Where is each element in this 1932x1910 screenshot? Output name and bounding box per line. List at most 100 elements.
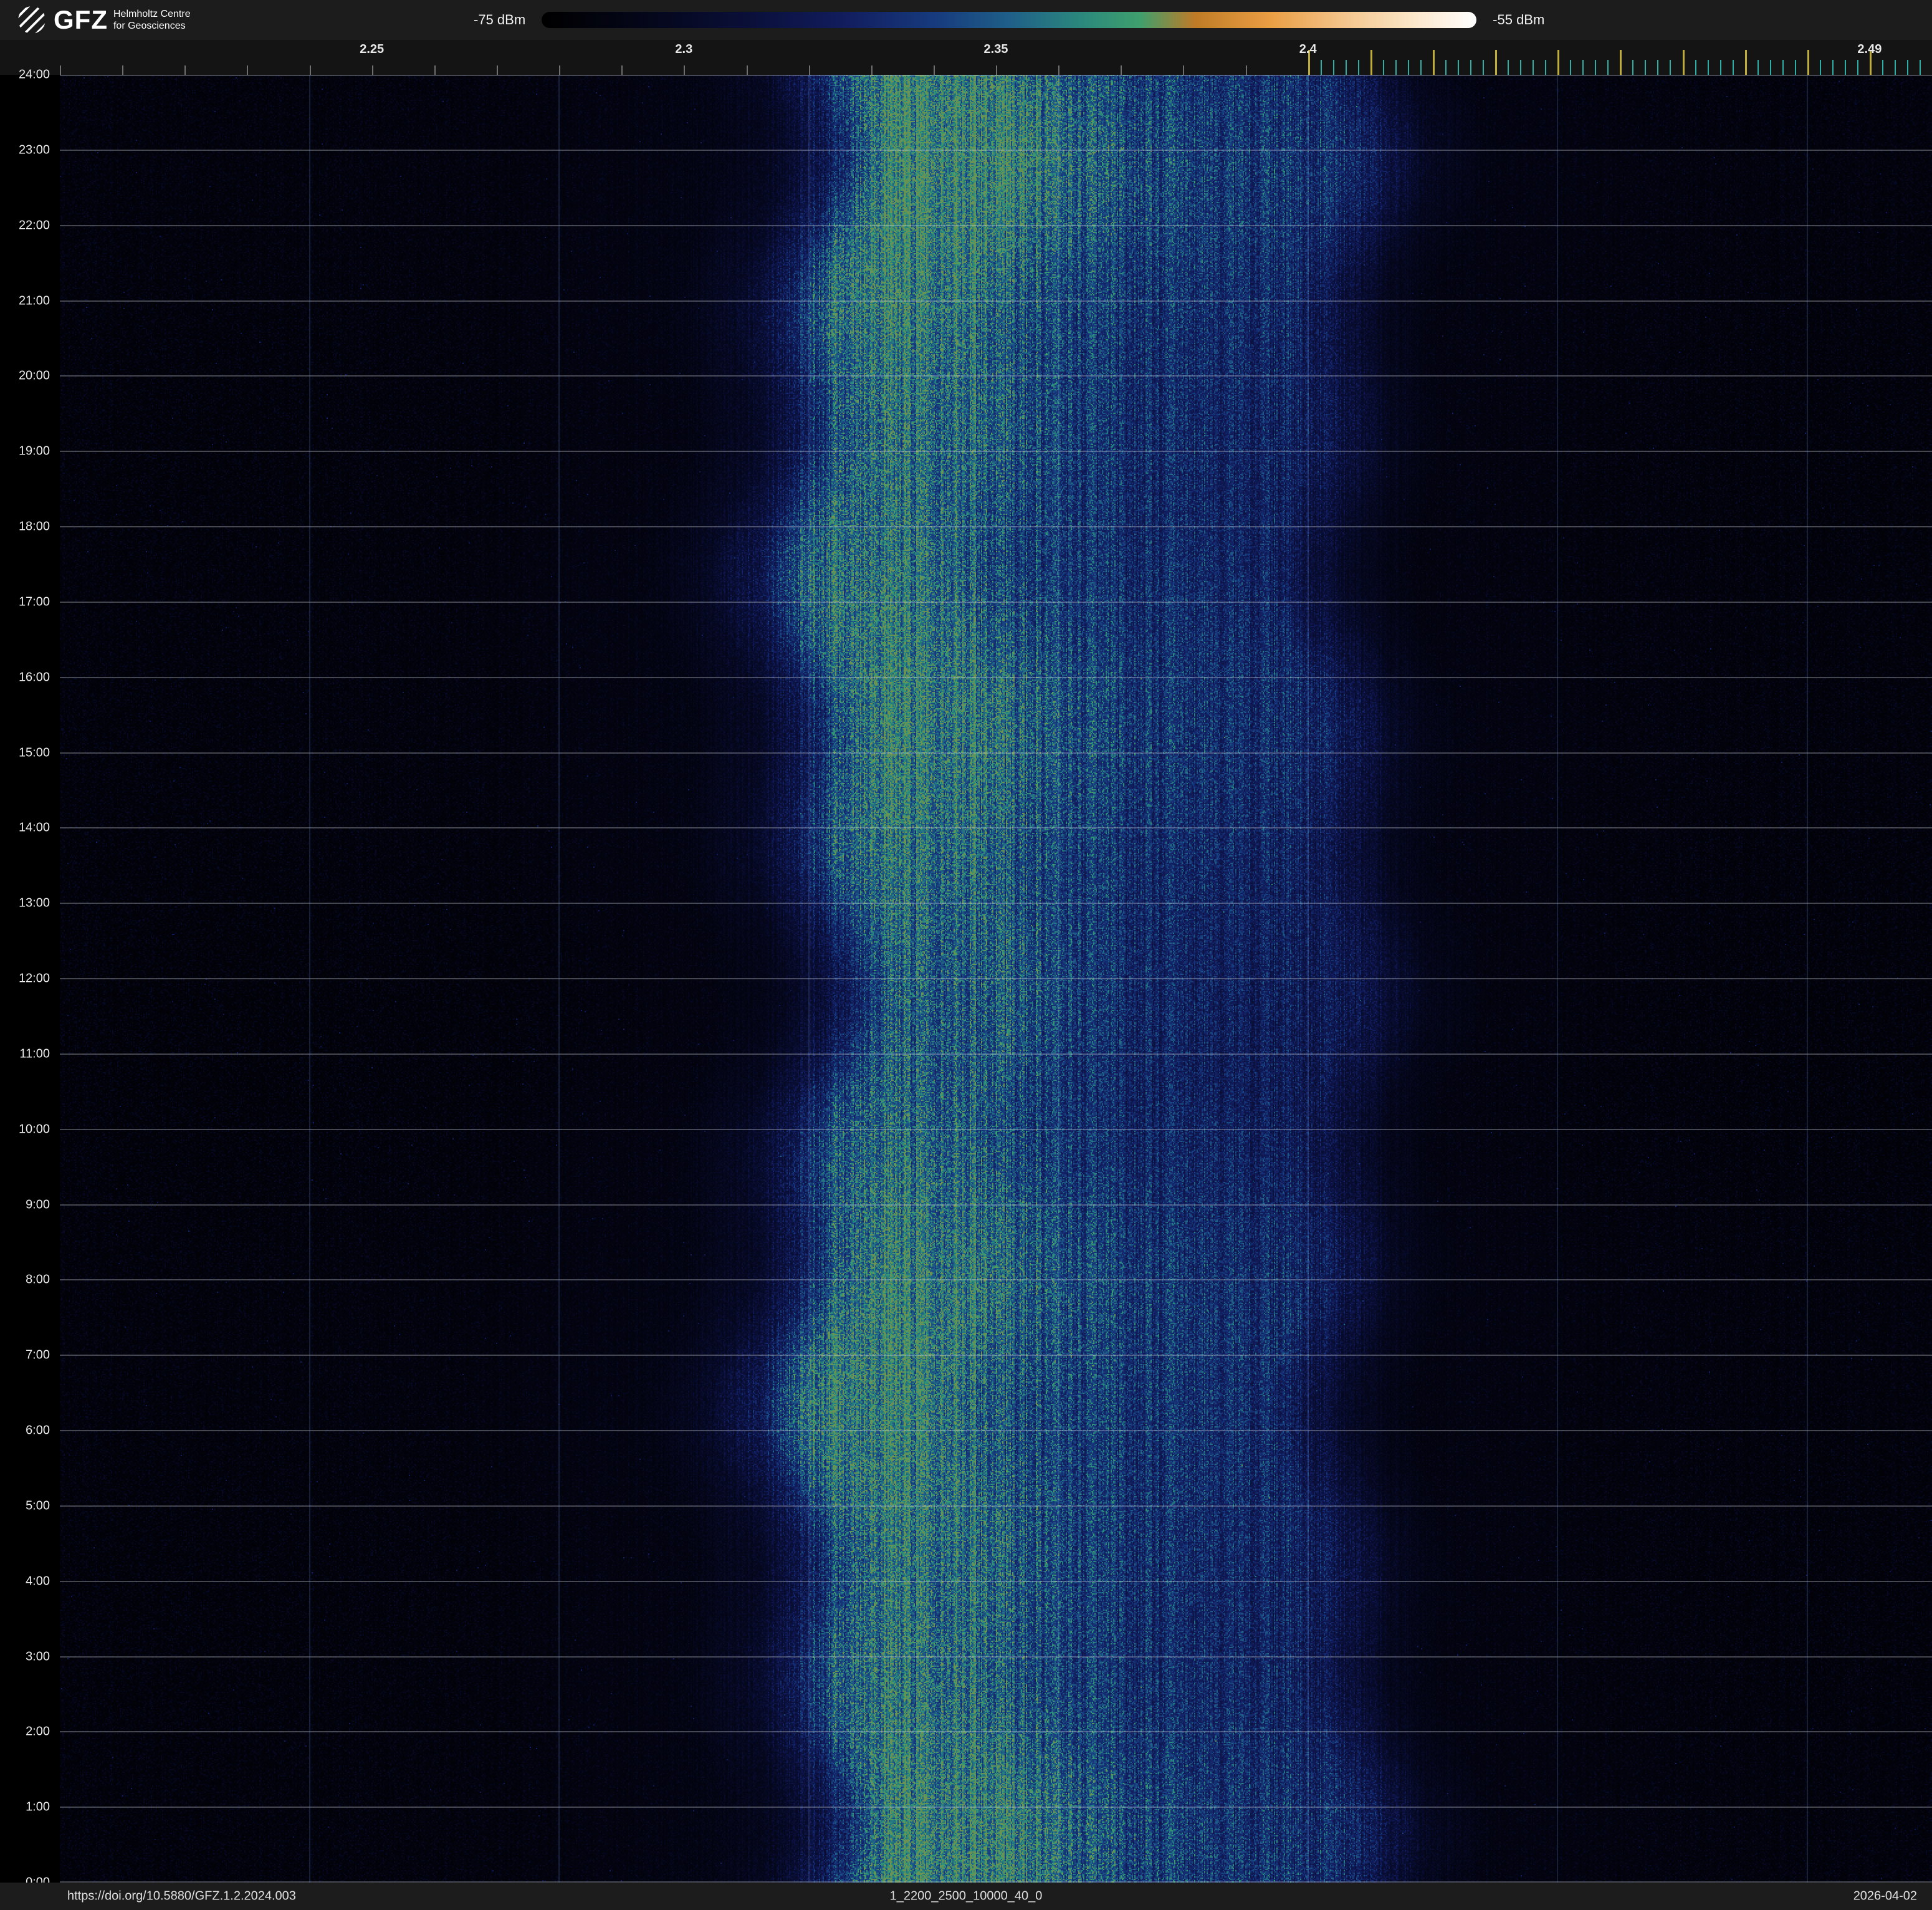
dataset-id: 1_2200_2500_10000_40_0 (890, 1889, 1043, 1904)
channel-minor-tick (1520, 60, 1521, 75)
channel-minor-tick (1408, 60, 1409, 75)
channel-minor-tick (1420, 60, 1422, 75)
channel-minor-tick (1845, 60, 1846, 75)
freq-minor-tick (1058, 65, 1059, 75)
time-axis: 24:0023:0022:0021:0020:0019:0018:0017:00… (0, 75, 60, 1883)
channel-minor-tick (1882, 60, 1883, 75)
freq-minor-tick (122, 65, 123, 75)
doi-link[interactable]: https://doi.org/10.5880/GFZ.1.2.2024.003 (67, 1889, 296, 1904)
channel-minor-tick (1857, 60, 1858, 75)
freq-minor-tick (60, 65, 61, 75)
freq-minor-tick (684, 65, 685, 75)
freq-minor-tick (434, 65, 436, 75)
channel-minor-tick (1695, 60, 1696, 75)
colorbar-group: -75 dBm -55 dBm (474, 0, 1544, 40)
time-tick-label: 6:00 (26, 1424, 50, 1438)
channel-minor-tick (1533, 60, 1534, 75)
time-tick-label: 19:00 (19, 444, 50, 459)
channel-minor-tick (1358, 60, 1359, 75)
brand-subtitle-line1: Helmholtz Centre (113, 8, 191, 20)
time-tick-label: 3:00 (26, 1649, 50, 1664)
freq-tick-label: 2.4 (1299, 42, 1317, 57)
channel-major-tick (1433, 50, 1435, 75)
channel-minor-tick (1582, 60, 1584, 75)
freq-tick-label: 2.35 (984, 42, 1008, 57)
freq-minor-tick (747, 65, 748, 75)
channel-major-tick (1370, 50, 1372, 75)
channel-major-tick (1807, 50, 1809, 75)
time-tick-label: 8:00 (26, 1273, 50, 1287)
freq-minor-tick (310, 65, 311, 75)
colorbar-max-label: -55 dBm (1493, 12, 1544, 28)
time-tick-label: 10:00 (19, 1122, 50, 1136)
freq-tick-label: 2.25 (360, 42, 384, 57)
spectrogram-canvas (60, 75, 1932, 1883)
time-tick-label: 12:00 (19, 972, 50, 986)
channel-minor-tick (1795, 60, 1796, 75)
footer: https://doi.org/10.5880/GFZ.1.2.2024.003… (0, 1883, 1932, 1910)
freq-minor-tick (871, 65, 873, 75)
channel-major-tick (1683, 50, 1685, 75)
time-tick-label: 18:00 (19, 520, 50, 534)
freq-minor-tick (497, 65, 498, 75)
channel-minor-tick (1607, 60, 1609, 75)
channel-minor-tick (1907, 60, 1908, 75)
gfz-logo: GFZ Helmholtz Centre for Geosciences (16, 4, 191, 36)
colorbar (542, 12, 1476, 28)
header: GFZ Helmholtz Centre for Geosciences -75… (0, 0, 1932, 40)
time-tick-label: 21:00 (19, 294, 50, 308)
channel-minor-tick (1458, 60, 1459, 75)
channel-minor-tick (1346, 60, 1347, 75)
time-tick-label: 17:00 (19, 595, 50, 609)
time-tick-label: 16:00 (19, 670, 50, 684)
freq-minor-tick (559, 65, 560, 75)
channel-minor-tick (1820, 60, 1821, 75)
time-tick-label: 20:00 (19, 369, 50, 383)
frequency-ruler-row: 2.25 2.3 2.35 2.4 2.49 (0, 40, 1932, 75)
channel-minor-tick (1657, 60, 1658, 75)
time-tick-label: 14:00 (19, 821, 50, 835)
channel-minor-tick (1595, 60, 1596, 75)
brand-subtitle: Helmholtz Centre for Geosciences (113, 8, 191, 32)
freq-minor-tick (184, 65, 186, 75)
time-tick-label: 22:00 (19, 218, 50, 233)
channel-minor-tick (1570, 60, 1571, 75)
freq-minor-tick (1183, 65, 1184, 75)
channel-major-tick (1557, 50, 1559, 75)
channel-minor-tick (1470, 60, 1471, 75)
time-tick-label: 9:00 (26, 1197, 50, 1212)
channel-minor-tick (1632, 60, 1633, 75)
channel-minor-tick (1508, 60, 1509, 75)
channel-minor-tick (1670, 60, 1671, 75)
frequency-ruler: 2.25 2.3 2.35 2.4 2.49 (60, 40, 1932, 75)
freq-tick-label: 2.3 (675, 42, 692, 57)
date-label: 2026-04-02 (1853, 1889, 1917, 1904)
colorbar-min-label: -75 dBm (474, 12, 525, 28)
time-tick-label: 13:00 (19, 896, 50, 911)
time-tick-label: 24:00 (19, 68, 50, 82)
channel-minor-tick (1395, 60, 1397, 75)
freq-minor-tick (247, 65, 248, 75)
freq-minor-tick (996, 65, 997, 75)
channel-minor-tick (1321, 60, 1322, 75)
channel-minor-tick (1733, 60, 1734, 75)
channel-minor-tick (1720, 60, 1721, 75)
spectrogram-app: GFZ Helmholtz Centre for Geosciences -75… (0, 0, 1932, 1910)
freq-tick-label: 2.49 (1857, 42, 1882, 57)
channel-major-tick (1495, 50, 1497, 75)
time-tick-label: 15:00 (19, 746, 50, 760)
channel-minor-tick (1333, 60, 1334, 75)
channel-minor-tick (1445, 60, 1447, 75)
channel-minor-tick (1782, 60, 1784, 75)
channel-minor-tick (1545, 60, 1546, 75)
time-tick-label: 2:00 (26, 1725, 50, 1739)
channel-minor-tick (1383, 60, 1384, 75)
time-tick-label: 4:00 (26, 1574, 50, 1588)
time-tick-label: 7:00 (26, 1348, 50, 1363)
brand-subtitle-line2: for Geosciences (113, 20, 191, 32)
channel-minor-tick (1832, 60, 1834, 75)
time-tick-label: 5:00 (26, 1499, 50, 1513)
time-tick-label: 23:00 (19, 143, 50, 157)
channel-minor-tick (1708, 60, 1709, 75)
freq-minor-tick (1246, 65, 1247, 75)
